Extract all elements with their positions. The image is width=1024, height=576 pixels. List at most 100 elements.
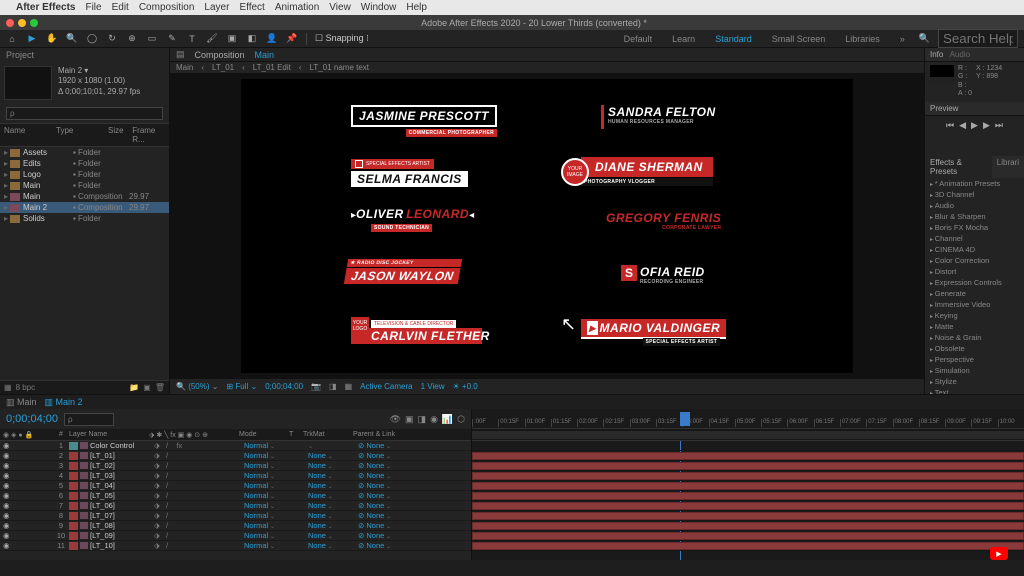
current-timecode[interactable]: 0;00;04;00	[6, 413, 58, 425]
exposure-value[interactable]: ☀ +0.0	[452, 382, 477, 391]
track-row[interactable]	[472, 521, 1024, 531]
effects-tab[interactable]: Effects & Presets	[925, 156, 992, 178]
project-item[interactable]: ▸Solids▪ Folder	[0, 213, 169, 224]
eraser-tool-icon[interactable]: ◧	[246, 33, 258, 45]
track-row[interactable]	[472, 461, 1024, 471]
snapshot-icon[interactable]: 📷	[311, 382, 321, 391]
effect-category[interactable]: Perspective	[925, 354, 1024, 365]
text-tool-icon[interactable]: T	[186, 33, 198, 45]
rotate-tool-icon[interactable]: ↻	[106, 33, 118, 45]
track-row[interactable]	[472, 481, 1024, 491]
play-icon[interactable]: ▶	[971, 120, 978, 131]
layer-row[interactable]: ◉7[LT_06]⬗ / Normal ⌄None ⌄⊘ None ⌄	[0, 501, 471, 511]
effect-category[interactable]: Color Correction	[925, 255, 1024, 266]
new-comp-icon[interactable]: ▣	[143, 383, 151, 392]
effect-category[interactable]: Generate	[925, 288, 1024, 299]
effects-list[interactable]: * Animation Presets3D ChannelAudioBlur &…	[925, 178, 1024, 394]
last-frame-icon[interactable]: ⏭	[995, 120, 1003, 131]
track-row[interactable]	[472, 471, 1024, 481]
playhead-icon[interactable]	[680, 412, 690, 426]
hand-tool-icon[interactable]: ✋	[46, 33, 58, 45]
timeline-tab-main2[interactable]: ▥ Main 2	[45, 397, 83, 408]
layer-row[interactable]: ◉5[LT_04]⬗ / Normal ⌄None ⌄⊘ None ⌄	[0, 481, 471, 491]
track-row[interactable]	[472, 501, 1024, 511]
effect-category[interactable]: 3D Channel	[925, 189, 1024, 200]
layer-row[interactable]: ◉2[LT_01]⬗ / Normal ⌄None ⌄⊘ None ⌄	[0, 451, 471, 461]
project-item[interactable]: ▸Logo▪ Folder	[0, 169, 169, 180]
workspace-standard[interactable]: Standard	[709, 34, 758, 44]
roto-tool-icon[interactable]: 👤	[266, 33, 278, 45]
brush-tool-icon[interactable]: 🖌	[206, 33, 218, 45]
channel-icon[interactable]: ◨	[329, 382, 337, 391]
effect-category[interactable]: Channel	[925, 233, 1024, 244]
layer-row[interactable]: ◉4[LT_03]⬗ / Normal ⌄None ⌄⊘ None ⌄	[0, 471, 471, 481]
effect-category[interactable]: Boris FX Mocha	[925, 222, 1024, 233]
menu-layer[interactable]: Layer	[204, 2, 229, 13]
effect-category[interactable]: CINEMA 4D	[925, 244, 1024, 255]
menu-view[interactable]: View	[329, 2, 351, 13]
puppet-tool-icon[interactable]: 📌	[286, 33, 298, 45]
libraries-tab[interactable]: Librari	[992, 156, 1024, 178]
layer-row[interactable]: ◉1Color Control⬗ / fxNormal ⌄ ⌄⊘ None ⌄	[0, 441, 471, 451]
close-window-icon[interactable]	[6, 19, 14, 27]
effect-category[interactable]: Keying	[925, 310, 1024, 321]
camera-dropdown[interactable]: Active Camera	[360, 382, 412, 391]
shape-tool-icon[interactable]: ▭	[146, 33, 158, 45]
project-search-input[interactable]	[6, 107, 163, 120]
project-column-headers[interactable]: NameTypeSizeFrame R...	[0, 123, 169, 147]
track-row[interactable]	[472, 511, 1024, 521]
motionblur-icon[interactable]: ◉	[430, 414, 438, 425]
next-frame-icon[interactable]: ▶︎	[983, 120, 990, 131]
crumb-lt01[interactable]: LT_01	[212, 63, 234, 72]
crumb-lt01-edit[interactable]: LT_01 Edit	[253, 63, 291, 72]
project-item[interactable]: ▸Main 2▪ Composition29.97	[0, 202, 169, 213]
crumb-main[interactable]: Main	[176, 63, 193, 72]
orbit-tool-icon[interactable]: ◯	[86, 33, 98, 45]
menu-composition[interactable]: Composition	[139, 2, 195, 13]
comp-active-name[interactable]: Main	[255, 50, 275, 60]
workspace-default[interactable]: Default	[618, 34, 659, 44]
menu-edit[interactable]: Edit	[112, 2, 129, 13]
composition-viewer[interactable]: JASMINE PRESCOTT COMMERCIAL PHOTOGRAPHER…	[170, 74, 924, 378]
shy-icon[interactable]: 👁	[390, 414, 401, 425]
menu-animation[interactable]: Animation	[275, 2, 319, 13]
track-row[interactable]	[472, 491, 1024, 501]
effect-category[interactable]: Audio	[925, 200, 1024, 211]
work-area-bar[interactable]	[472, 429, 1024, 441]
youtube-icon[interactable]: ▶	[990, 547, 1008, 560]
time-ruler[interactable]: :00F00:15F01:00F01:15F02:00F02:15F03:00F…	[472, 409, 1024, 429]
effect-category[interactable]: Noise & Grain	[925, 332, 1024, 343]
effect-category[interactable]: Immersive Video	[925, 299, 1024, 310]
timeline-tab-main[interactable]: ▥ Main	[6, 397, 37, 408]
effect-category[interactable]: Expression Controls	[925, 277, 1024, 288]
track-row[interactable]	[472, 451, 1024, 461]
effect-category[interactable]: Obsolete	[925, 343, 1024, 354]
resolution-dropdown[interactable]: ⊞ Full ⌄	[226, 382, 257, 391]
first-frame-icon[interactable]: ⏮	[946, 120, 954, 131]
effect-category[interactable]: Matte	[925, 321, 1024, 332]
project-item[interactable]: ▸Edits▪ Folder	[0, 158, 169, 169]
zoom-dropdown[interactable]: 🔍 (50%) ⌄	[176, 382, 218, 391]
timecode-display[interactable]: 0;00;04;00	[265, 382, 303, 391]
clone-tool-icon[interactable]: ▣	[226, 33, 238, 45]
search-help-input[interactable]	[938, 29, 1018, 48]
workspace-more-icon[interactable]: »	[894, 34, 911, 44]
workspace-learn[interactable]: Learn	[666, 34, 701, 44]
menu-file[interactable]: File	[85, 2, 101, 13]
effect-category[interactable]: Simulation	[925, 365, 1024, 376]
layer-row[interactable]: ◉6[LT_05]⬗ / Normal ⌄None ⌄⊘ None ⌄	[0, 491, 471, 501]
minimize-window-icon[interactable]	[18, 19, 26, 27]
project-item[interactable]: ▸Main▪ Folder	[0, 180, 169, 191]
anchor-tool-icon[interactable]: ⊕	[126, 33, 138, 45]
app-menu[interactable]: After Effects	[16, 2, 75, 13]
track-row[interactable]	[472, 441, 1024, 451]
prev-frame-icon[interactable]: ◀︎	[959, 120, 966, 131]
layer-row[interactable]: ◉10[LT_09]⬗ / Normal ⌄None ⌄⊘ None ⌄	[0, 531, 471, 541]
brainstorm-icon[interactable]: ⬡	[457, 414, 465, 425]
effect-category[interactable]: Text	[925, 387, 1024, 394]
project-item[interactable]: ▸Assets▪ Folder	[0, 147, 169, 158]
maximize-window-icon[interactable]	[30, 19, 38, 27]
graph-icon[interactable]: 📊	[442, 414, 453, 425]
interpret-icon[interactable]: ▦	[4, 383, 12, 392]
menu-help[interactable]: Help	[406, 2, 427, 13]
